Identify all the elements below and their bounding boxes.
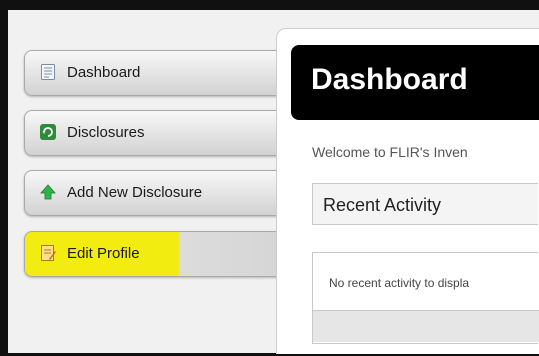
sidebar-item-label: Dashboard <box>67 64 141 81</box>
sidebar-item-disclosures[interactable]: Disclosures <box>24 110 304 156</box>
sidebar-item-dashboard[interactable]: Dashboard <box>24 50 304 96</box>
page-header: Dashboard <box>291 45 539 120</box>
sidebar-item-add-new-disclosure[interactable]: Add New Disclosure <box>24 170 304 216</box>
sidebar-item-label: Edit Profile <box>67 245 140 262</box>
document-list-icon <box>39 63 57 81</box>
recent-activity-panel: No recent activity to displa <box>312 252 539 344</box>
arrow-up-icon <box>39 183 57 201</box>
welcome-message: Welcome to FLIR's Inven <box>312 144 468 160</box>
page-title: Dashboard <box>311 63 468 96</box>
recent-activity-header: Recent Activity <box>312 183 538 225</box>
edit-note-icon <box>39 244 57 262</box>
panel-footer <box>313 310 539 342</box>
sidebar-item-label: Add New Disclosure <box>67 184 203 201</box>
empty-state-message: No recent activity to displa <box>329 276 470 290</box>
section-title: Recent Activity <box>323 195 442 215</box>
sidebar-item-label: Disclosures <box>67 124 145 141</box>
sidebar-item-edit-profile[interactable]: Edit Profile <box>24 231 304 277</box>
refresh-icon <box>39 123 57 141</box>
